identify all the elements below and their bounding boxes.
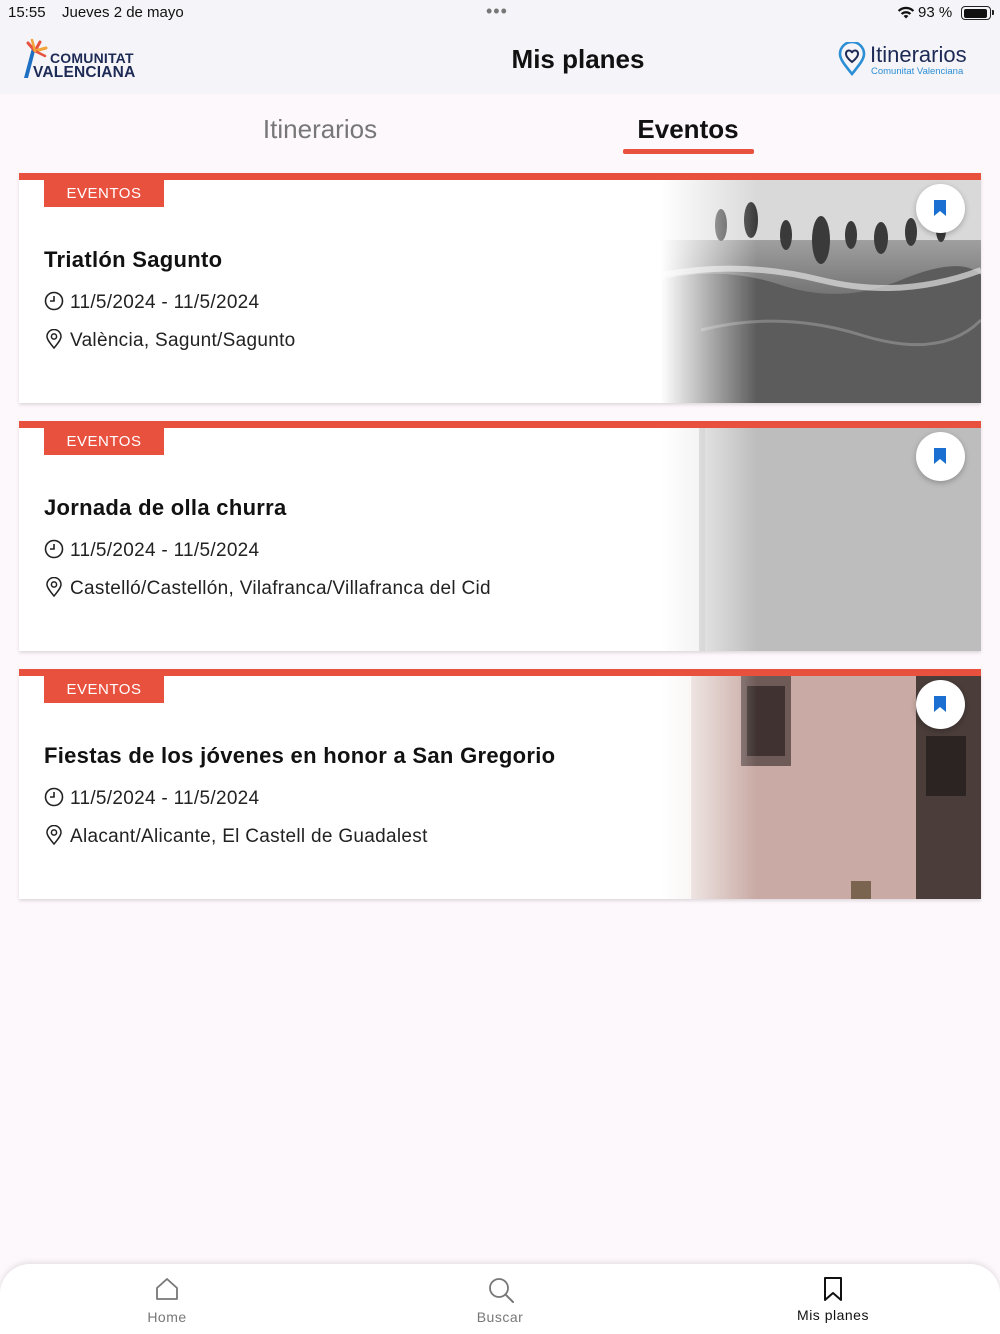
- bookmark-filled-icon: [934, 200, 946, 216]
- event-place-row: Castelló/Castellón, Vilafranca/Villafran…: [44, 577, 491, 600]
- bookmark-button[interactable]: [916, 680, 965, 729]
- nav-mis-planes[interactable]: Mis planes: [763, 1264, 903, 1334]
- nav-home[interactable]: Home: [97, 1264, 237, 1334]
- status-time: 15:55: [8, 4, 46, 21]
- event-dates-row: 11/5/2024 - 11/5/2024: [44, 539, 259, 562]
- location-pin-icon: [46, 329, 62, 349]
- home-icon: [156, 1278, 178, 1300]
- bookmark-filled-icon: [934, 448, 946, 464]
- itinerarios-logo-sub: Comunitat Valenciana: [871, 66, 964, 77]
- event-card[interactable]: EVENTOS Jornada de olla churra 11/5/2024…: [19, 421, 981, 651]
- event-card[interactable]: EVENTOS Triatlón Sagunto 11/5/2024 - 11/…: [19, 173, 981, 403]
- card-accent-bar: [19, 173, 981, 180]
- tab-itinerarios[interactable]: Itinerarios: [220, 114, 420, 145]
- nav-mis-planes-label: Mis planes: [797, 1307, 869, 1323]
- location-pin-icon: [46, 577, 62, 597]
- event-place-row: València, Sagunt/Sagunto: [44, 329, 296, 352]
- status-bar: 15:55 Jueves 2 de mayo ••• 93 %: [0, 0, 1000, 26]
- bookmark-icon: [824, 1277, 842, 1301]
- event-dates: 11/5/2024 - 11/5/2024: [70, 540, 260, 561]
- event-place: València, Sagunt/Sagunto: [70, 330, 296, 351]
- nav-buscar-label: Buscar: [476, 1309, 524, 1325]
- event-dates: 11/5/2024 - 11/5/2024: [70, 788, 260, 809]
- bookmark-button[interactable]: [916, 432, 965, 481]
- battery-percentage: 93 %: [918, 4, 953, 21]
- card-accent-bar: [19, 421, 981, 428]
- clock-icon: [44, 539, 64, 559]
- itinerarios-logo: Itinerarios Comunitat Valenciana: [838, 40, 988, 80]
- heart-pin-icon: [838, 42, 866, 76]
- event-place: Castelló/Castellón, Vilafranca/Villafran…: [70, 578, 491, 599]
- event-title: Fiestas de los jóvenes en honor a San Gr…: [44, 743, 556, 768]
- bookmark-button[interactable]: [916, 184, 965, 233]
- category-badge: EVENTOS: [44, 428, 164, 455]
- event-title: Triatlón Sagunto: [44, 247, 223, 272]
- active-tab-indicator: [623, 149, 754, 154]
- nav-home-label: Home: [147, 1309, 187, 1325]
- nav-buscar[interactable]: Buscar: [430, 1264, 570, 1334]
- event-dates-row: 11/5/2024 - 11/5/2024: [44, 291, 259, 314]
- event-title: Jornada de olla churra: [44, 495, 287, 520]
- event-dates-row: 11/5/2024 - 11/5/2024: [44, 787, 259, 810]
- clock-icon: [44, 291, 64, 311]
- multitasking-dots-icon[interactable]: •••: [486, 1, 508, 22]
- event-place: Alacant/Alicante, El Castell de Guadales…: [70, 826, 428, 847]
- wifi-icon: [897, 6, 915, 19]
- event-place-row: Alacant/Alicante, El Castell de Guadales…: [44, 825, 428, 848]
- bookmark-filled-icon: [934, 696, 946, 712]
- event-dates: 11/5/2024 - 11/5/2024: [70, 292, 260, 313]
- bottom-navigation: Home Buscar Mis planes: [0, 1264, 1000, 1334]
- clock-icon: [44, 787, 64, 807]
- category-badge: EVENTOS: [44, 180, 164, 207]
- event-card[interactable]: EVENTOS Fiestas de los jóvenes en honor …: [19, 669, 981, 899]
- category-badge: EVENTOS: [44, 676, 164, 703]
- search-icon: [489, 1278, 514, 1303]
- battery-icon: [961, 6, 994, 20]
- status-date: Jueves 2 de mayo: [62, 4, 184, 21]
- location-pin-icon: [46, 825, 62, 845]
- card-accent-bar: [19, 669, 981, 676]
- app-header: COMUNITAT VALENCIANA Mis planes Itinerar…: [0, 26, 1000, 94]
- itinerarios-logo-name: Itinerarios: [870, 42, 967, 67]
- tab-eventos[interactable]: Eventos: [620, 114, 756, 145]
